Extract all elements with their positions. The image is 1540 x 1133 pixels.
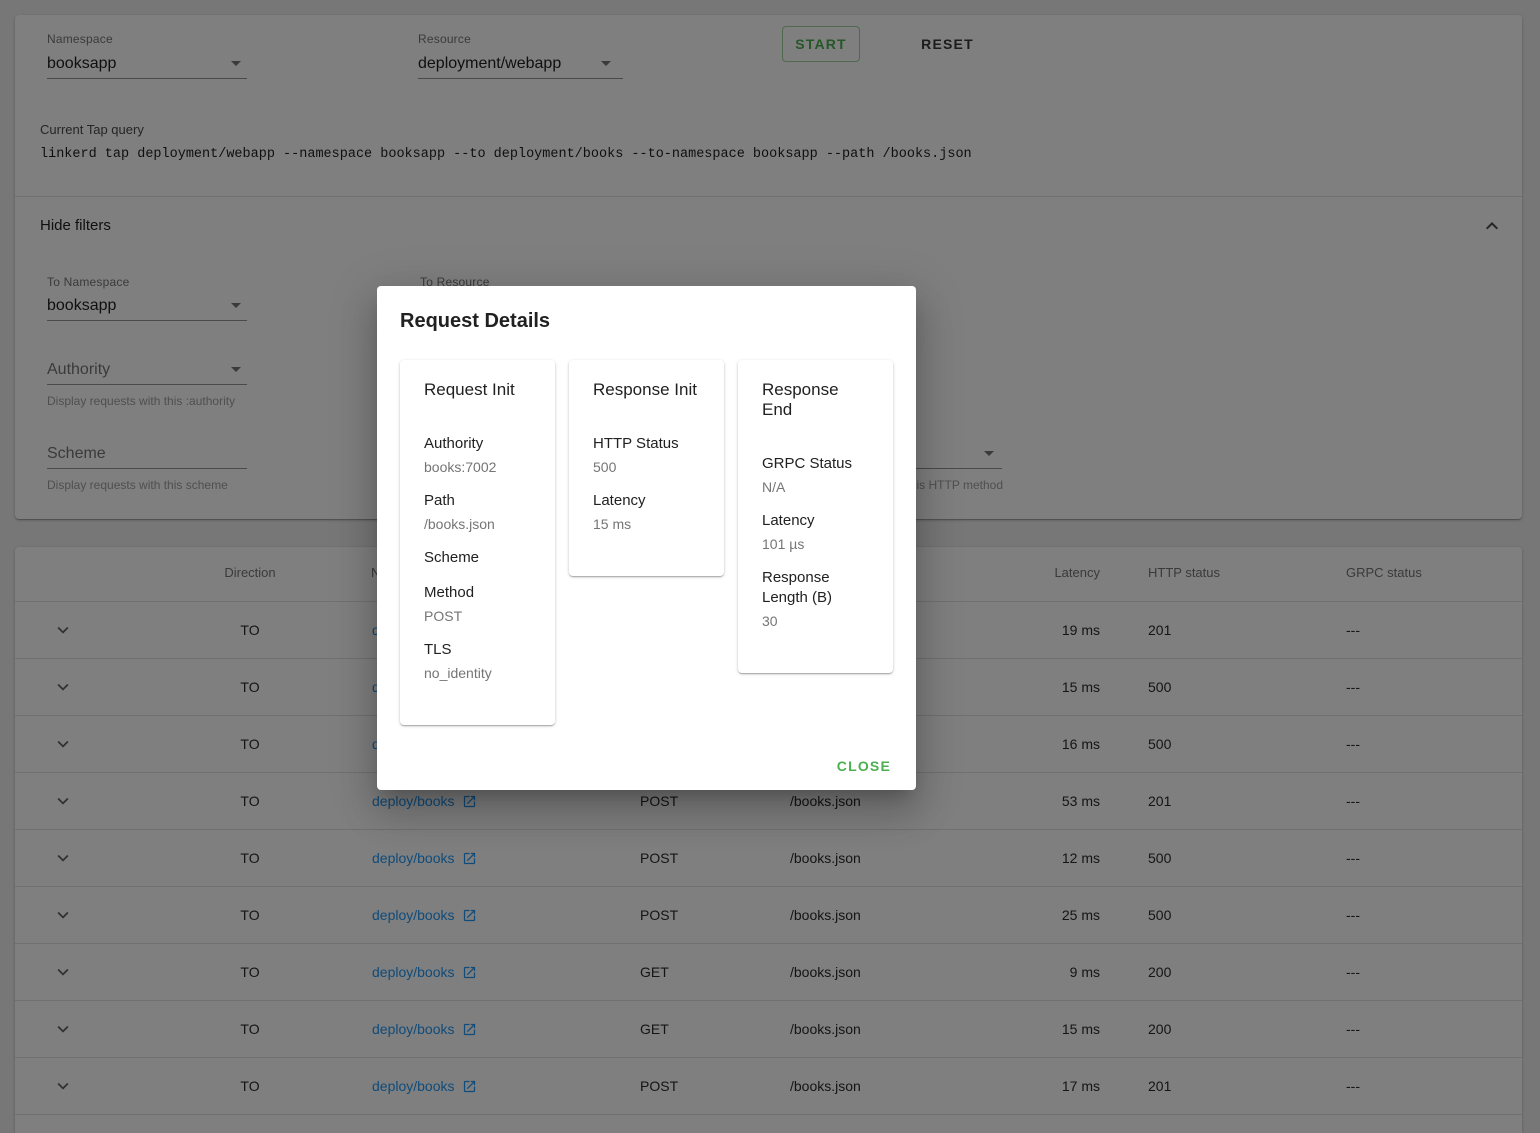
tap-page: Namespace booksapp Resource deployment/w… — [0, 0, 1540, 1133]
detail-field: Latency 101 µs — [762, 511, 869, 553]
detail-field-value: /books.json — [424, 516, 495, 532]
detail-card: Response Init HTTP Status 500 Latency 15… — [569, 360, 724, 576]
detail-field: Scheme — [424, 548, 531, 568]
detail-field-value: 500 — [593, 459, 617, 475]
detail-field-label: HTTP Status — [593, 435, 679, 452]
detail-card-fields: HTTP Status 500 Latency 15 ms — [593, 434, 700, 533]
detail-cards: Request Init Authority books:7002 Path /… — [400, 360, 894, 725]
dialog-title: Request Details — [400, 310, 551, 332]
detail-field-label: GRPC Status — [762, 455, 853, 472]
close-button[interactable]: CLOSE — [837, 758, 891, 774]
detail-field-value: 30 — [762, 613, 778, 629]
detail-field: HTTP Status 500 — [593, 434, 700, 476]
detail-card: Request Init Authority books:7002 Path /… — [400, 360, 555, 725]
detail-field: Authority books:7002 — [424, 434, 531, 476]
detail-card-fields: GRPC Status N/A Latency 101 µs Response … — [762, 454, 869, 630]
detail-field-label: Path — [424, 492, 455, 509]
detail-field-value: 15 ms — [593, 516, 632, 532]
detail-field-label: Method — [424, 584, 475, 601]
detail-card-title: Response Init — [593, 380, 697, 399]
request-details-dialog: Request Details Request Init Authority b… — [377, 286, 916, 790]
detail-card-title: Response End — [762, 380, 839, 419]
detail-field-value: 101 µs — [762, 536, 805, 552]
detail-field-label: Scheme — [424, 549, 480, 566]
detail-field: TLS no_identity — [424, 640, 531, 682]
detail-field-label: Latency — [593, 492, 646, 509]
detail-field: Response Length (B) 30 — [762, 568, 869, 630]
detail-field-label: Authority — [424, 435, 484, 452]
detail-field: GRPC Status N/A — [762, 454, 869, 496]
detail-field-value: books:7002 — [424, 459, 497, 475]
detail-field-value: no_identity — [424, 665, 492, 681]
detail-field-label: TLS — [424, 641, 452, 658]
detail-card: Response End GRPC Status N/A Latency 101… — [738, 360, 893, 673]
detail-field: Method POST — [424, 583, 531, 625]
detail-field-label: Latency — [762, 512, 815, 529]
detail-card-fields: Authority books:7002 Path /books.json Sc… — [424, 434, 531, 682]
detail-field-value: N/A — [762, 479, 786, 495]
detail-card-title: Request Init — [424, 380, 515, 399]
detail-field-label: Response Length (B) — [762, 569, 833, 606]
detail-field: Latency 15 ms — [593, 491, 700, 533]
detail-field-value: POST — [424, 608, 463, 624]
detail-field: Path /books.json — [424, 491, 531, 533]
